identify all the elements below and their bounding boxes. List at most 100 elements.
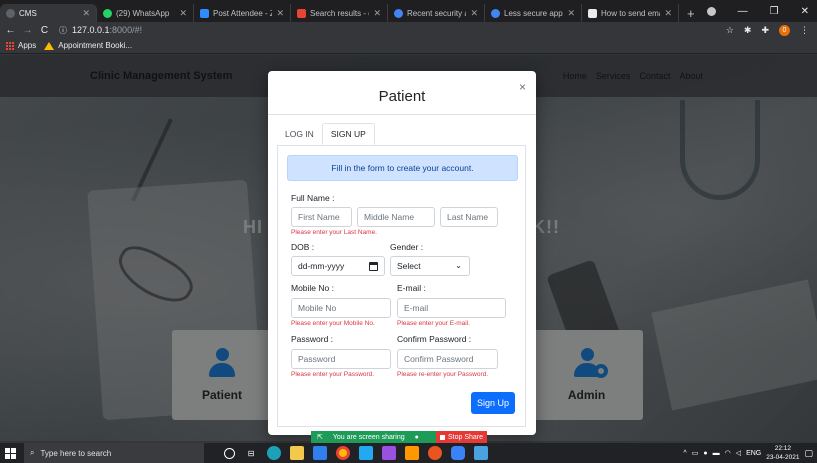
password-label: Password : <box>291 334 334 344</box>
taskbar-clock[interactable]: 22:12 23-04-2021 <box>766 444 799 462</box>
close-tab-icon[interactable]: ✕ <box>179 8 187 19</box>
windows-start-icon[interactable] <box>0 443 20 463</box>
windows-taskbar: ⌕ Type here to search ⊟ ^ ▭ ● ▬ ◠ ◁ ENG … <box>0 443 817 463</box>
wifi-icon[interactable]: ◠ <box>725 449 731 457</box>
bookmarks-bar: Apps Appointment Booki... <box>0 38 817 54</box>
photos-icon[interactable] <box>474 446 488 460</box>
tab-label: How to send emails u <box>601 8 660 18</box>
feedback-icon[interactable] <box>451 446 465 460</box>
email-input[interactable]: E-mail <box>397 298 506 318</box>
bookmark-label: Apps <box>18 41 37 50</box>
tab-label: Recent security activit <box>407 8 466 18</box>
calendar-icon[interactable] <box>369 262 378 271</box>
close-tab-icon[interactable]: ✕ <box>82 8 90 19</box>
forward-arrow-icon[interactable]: → <box>21 25 34 36</box>
close-tab-icon[interactable]: ✕ <box>470 8 478 19</box>
tab-security[interactable]: Recent security activit ✕ <box>388 4 485 22</box>
bookmark-apps[interactable]: Apps <box>6 41 36 50</box>
tab-cms[interactable]: CMS ✕ <box>0 4 97 22</box>
mobile-error: Please enter your Mobile No. <box>291 320 375 327</box>
extension-badge[interactable]: 0 <box>779 24 790 36</box>
bookmark-appointment[interactable]: Appointment Booki... <box>44 41 132 50</box>
signup-button[interactable]: Sign Up <box>471 392 515 414</box>
minimize-icon[interactable]: — <box>738 6 748 17</box>
notifications-icon[interactable]: ▢ <box>804 448 813 459</box>
address-bar[interactable]: ⓘ 127.0.0.1:8000/#! <box>59 23 726 37</box>
battery-icon[interactable]: ▬ <box>713 450 720 457</box>
page-icon <box>588 8 597 18</box>
tab-zoom[interactable]: Post Attendee - Zoom ✕ <box>194 4 291 22</box>
profile-icon[interactable] <box>706 6 716 16</box>
stop-icon <box>440 434 445 440</box>
tab-send-emails[interactable]: How to send emails u ✕ <box>582 4 679 22</box>
bookmark-label: Appointment Booki... <box>58 41 133 50</box>
modal-header: Patient × <box>268 71 536 115</box>
sharing-indicator[interactable]: ⇱ You are screen sharing ● <box>311 431 436 443</box>
chrome-icon[interactable] <box>336 446 350 460</box>
sublime-icon[interactable] <box>405 446 419 460</box>
tab-label: Search results - dheer <box>310 8 369 18</box>
mail-icon[interactable] <box>313 446 327 460</box>
maximize-icon[interactable]: ❐ <box>770 6 779 17</box>
confirm-password-error: Please re-enter your Password. <box>397 371 489 378</box>
first-name-input[interactable]: First Name <box>291 207 352 227</box>
password-error: Please enter your Password. <box>291 371 375 378</box>
bookmark-star-icon[interactable]: ☆ <box>726 25 734 36</box>
clock-time: 22:12 <box>774 445 791 452</box>
gender-selected: Select <box>397 261 421 271</box>
reload-icon[interactable]: C <box>38 25 51 36</box>
close-icon[interactable]: × <box>519 80 526 94</box>
tab-label: Post Attendee - Zoom <box>213 8 272 18</box>
globe-icon <box>6 8 15 18</box>
last-name-input[interactable]: Last Name <box>440 207 498 227</box>
tab-signup[interactable]: SIGN UP <box>321 123 375 145</box>
patient-modal: Patient × LOG IN SIGN UP Fill in the for… <box>268 71 536 435</box>
file-explorer-icon[interactable] <box>290 446 304 460</box>
tab-whatsapp[interactable]: (29) WhatsApp ✕ <box>97 4 194 22</box>
tab-label: (29) WhatsApp <box>116 8 170 18</box>
back-arrow-icon[interactable]: ← <box>4 25 17 36</box>
mic-icon[interactable]: ● <box>703 450 707 457</box>
chevron-up-icon[interactable]: ^ <box>683 450 686 457</box>
slack-icon[interactable] <box>382 446 396 460</box>
task-view-icon[interactable]: ⊟ <box>244 446 258 460</box>
cortana-icon[interactable] <box>224 447 235 459</box>
google-icon <box>491 8 500 18</box>
dob-placeholder: dd-mm-yyyy <box>298 261 345 271</box>
stop-share-label: Stop Share <box>448 433 484 441</box>
dob-input[interactable]: dd-mm-yyyy <box>291 256 385 276</box>
edge-icon[interactable] <box>267 446 281 460</box>
url-host: 127.0.0.1 <box>72 25 110 35</box>
clock-date: 23-04-2021 <box>766 454 800 461</box>
taskbar-search[interactable]: ⌕ Type here to search <box>24 443 204 463</box>
password-input[interactable]: Password <box>291 349 391 369</box>
new-tab-button[interactable]: + <box>679 4 703 22</box>
sharing-text: You are screen sharing <box>332 433 405 441</box>
confirm-password-input[interactable]: Confirm Password <box>397 349 498 369</box>
dob-label: DOB : <box>291 242 315 252</box>
extension-icon[interactable]: ✱ <box>744 25 752 36</box>
menu-kebab-icon[interactable]: ⋮ <box>800 25 809 36</box>
url-path: :8000/#! <box>109 25 143 35</box>
close-window-icon[interactable]: ✕ <box>801 6 809 17</box>
tab-less-secure[interactable]: Less secure app acces ✕ <box>485 4 582 22</box>
info-icon[interactable]: ⓘ <box>59 25 67 36</box>
fullname-label: Full Name : <box>291 193 335 203</box>
stop-share-button[interactable]: Stop Share <box>436 431 488 443</box>
close-tab-icon[interactable]: ✕ <box>567 8 575 19</box>
ubuntu-icon[interactable] <box>428 446 442 460</box>
language-indicator[interactable]: ENG <box>746 450 761 457</box>
gender-select[interactable]: Select ⌄ <box>390 256 470 276</box>
close-tab-icon[interactable]: ✕ <box>664 8 672 19</box>
close-tab-icon[interactable]: ✕ <box>276 8 284 19</box>
network-icon[interactable]: ▭ <box>692 449 699 457</box>
taskbar-search-placeholder: Type here to search <box>40 448 112 458</box>
puzzle-icon[interactable]: ✚ <box>761 25 769 36</box>
vscode-icon[interactable] <box>359 446 373 460</box>
middle-name-input[interactable]: Middle Name <box>357 207 435 227</box>
volume-icon[interactable]: ◁ <box>736 449 741 457</box>
tab-login[interactable]: LOG IN <box>277 123 322 145</box>
mobile-input[interactable]: Mobile No <box>291 298 391 318</box>
tab-gmail[interactable]: Search results - dheer ✕ <box>291 4 388 22</box>
close-tab-icon[interactable]: ✕ <box>373 8 381 19</box>
